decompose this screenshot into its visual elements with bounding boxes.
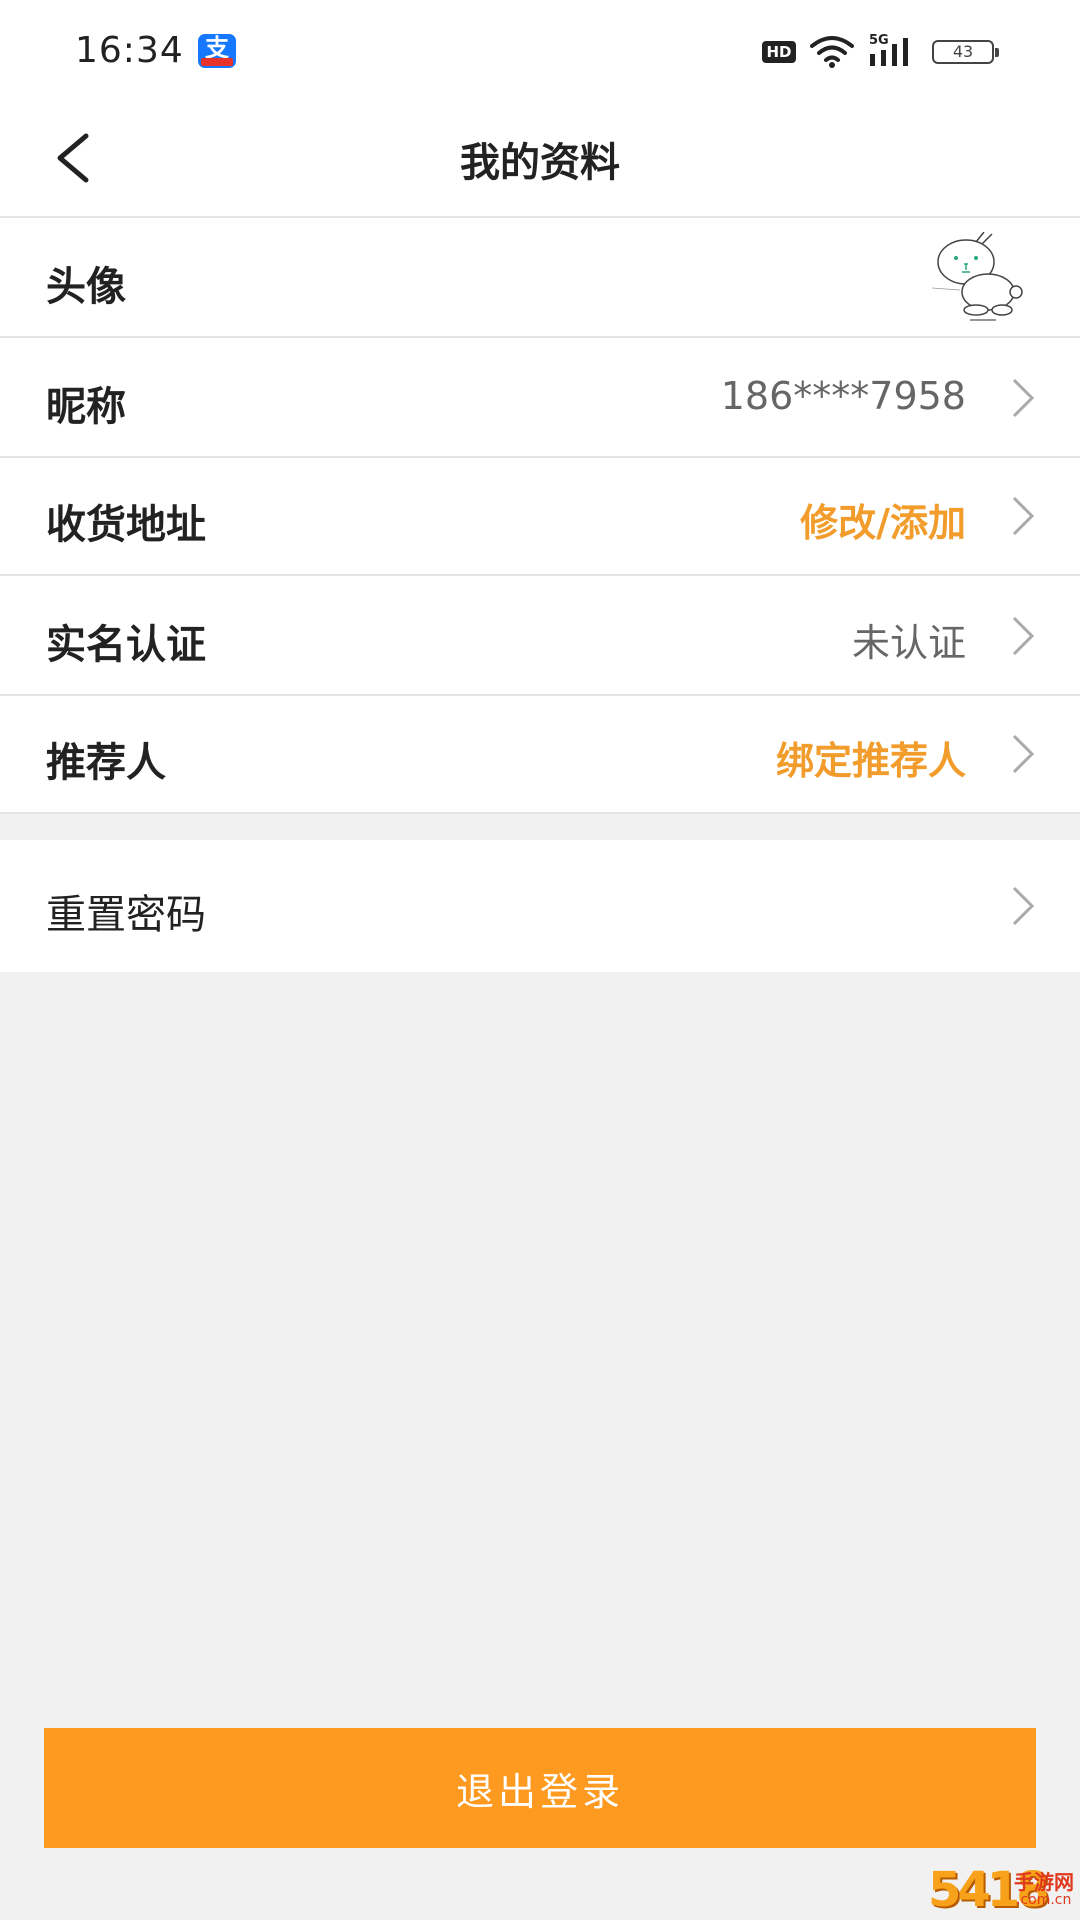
nickname-label: 昵称 bbox=[46, 384, 126, 430]
nickname-value: 186****7958 bbox=[720, 374, 966, 418]
chevron-right-icon bbox=[1012, 496, 1035, 536]
chevron-right-icon bbox=[1012, 734, 1035, 774]
network-label: 5G bbox=[869, 33, 889, 48]
real-name-row[interactable]: 实名认证 未认证 bbox=[0, 576, 1080, 696]
address-row[interactable]: 收货地址 修改/添加 bbox=[0, 458, 1080, 576]
reset-password-label: 重置密码 bbox=[46, 892, 206, 938]
page-title: 我的资料 bbox=[460, 140, 620, 186]
status-time: 16:34 bbox=[75, 30, 184, 71]
referrer-row[interactable]: 推荐人 绑定推荐人 bbox=[0, 696, 1080, 814]
site-watermark: 5418 手游网 .com.cn bbox=[928, 1862, 1076, 1918]
navigation-header: 我的资料 bbox=[0, 100, 1080, 218]
address-label: 收货地址 bbox=[46, 502, 206, 548]
status-bar: 16:34 支 HD 5G 43 bbox=[0, 0, 1080, 100]
hd-icon: HD bbox=[762, 41, 796, 63]
real-name-label: 实名认证 bbox=[46, 622, 206, 668]
wifi-icon bbox=[810, 36, 854, 68]
chevron-right-icon bbox=[1012, 616, 1035, 656]
referrer-label: 推荐人 bbox=[46, 740, 166, 786]
avatar[interactable] bbox=[930, 232, 1030, 324]
chevron-right-icon bbox=[1012, 378, 1035, 418]
alipay-icon: 支 bbox=[198, 34, 236, 68]
nickname-row[interactable]: 昵称 186****7958 bbox=[0, 338, 1080, 458]
reset-password-row[interactable]: 重置密码 bbox=[0, 840, 1080, 972]
real-name-value: 未认证 bbox=[851, 621, 966, 665]
chevron-right-icon bbox=[1012, 886, 1035, 926]
referrer-value: 绑定推荐人 bbox=[775, 739, 966, 783]
address-value: 修改/添加 bbox=[800, 501, 966, 545]
watermark-text: 手游网 bbox=[1014, 1870, 1074, 1894]
logout-button[interactable]: 退出登录 bbox=[44, 1728, 1036, 1848]
battery-icon: 43 bbox=[932, 40, 999, 64]
avatar-row[interactable]: 头像 bbox=[0, 218, 1080, 338]
watermark-url: .com.cn bbox=[1016, 1892, 1072, 1908]
avatar-label: 头像 bbox=[46, 264, 126, 310]
signal-5g-icon: 5G bbox=[869, 33, 908, 66]
